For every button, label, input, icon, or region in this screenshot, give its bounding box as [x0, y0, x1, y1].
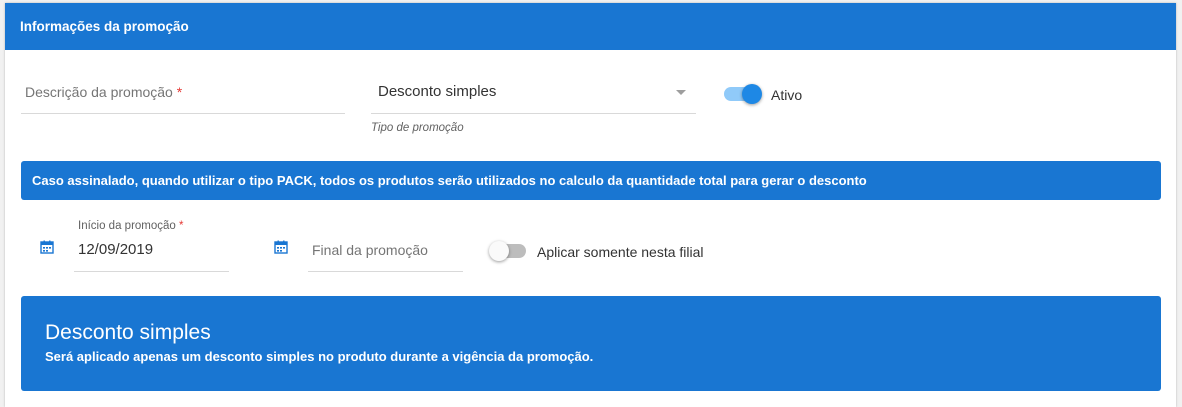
- promotion-info-card: Informações da promoção Descrição da pro…: [5, 3, 1176, 407]
- description-field[interactable]: Descrição da promoção *: [21, 73, 345, 114]
- pack-info-message: Caso assinalado, quando utilizar o tipo …: [21, 161, 1161, 200]
- end-date-field[interactable]: Final da promoção: [308, 217, 463, 272]
- start-date-field[interactable]: Início da promoção * 12/09/2019: [74, 217, 229, 272]
- discount-type-title: Desconto simples: [45, 321, 211, 344]
- start-date-label: Início da promoção *: [78, 220, 184, 232]
- required-mark: *: [179, 220, 184, 232]
- end-date-label: Final da promoção: [312, 242, 428, 258]
- promotion-type-select[interactable]: Desconto simples: [371, 73, 696, 114]
- start-date-value: 12/09/2019: [78, 241, 154, 258]
- active-toggle[interactable]: [724, 84, 762, 104]
- promotion-type-value: Desconto simples: [378, 83, 497, 100]
- card-header: Informações da promoção: [5, 3, 1176, 50]
- calendar-icon[interactable]: [274, 240, 288, 254]
- branch-toggle-label: Aplicar somente nesta filial: [537, 244, 704, 260]
- branch-toggle-thumb: [489, 241, 509, 261]
- active-toggle-label: Ativo: [771, 87, 803, 103]
- required-mark: *: [176, 84, 183, 100]
- pack-info-text: Caso assinalado, quando utilizar o tipo …: [32, 173, 867, 188]
- description-label: Descrição da promoção *: [25, 84, 183, 100]
- card-title: Informações da promoção: [20, 19, 189, 34]
- discount-type-text: Será aplicado apenas um desconto simples…: [45, 349, 594, 364]
- calendar-icon[interactable]: [40, 240, 54, 254]
- discount-type-description: Desconto simples Será aplicado apenas um…: [21, 296, 1161, 391]
- promotion-type-hint: Tipo de promoção: [371, 122, 464, 134]
- branch-only-toggle[interactable]: [489, 241, 528, 261]
- caret-down-icon: [676, 90, 686, 95]
- active-toggle-thumb: [742, 84, 762, 104]
